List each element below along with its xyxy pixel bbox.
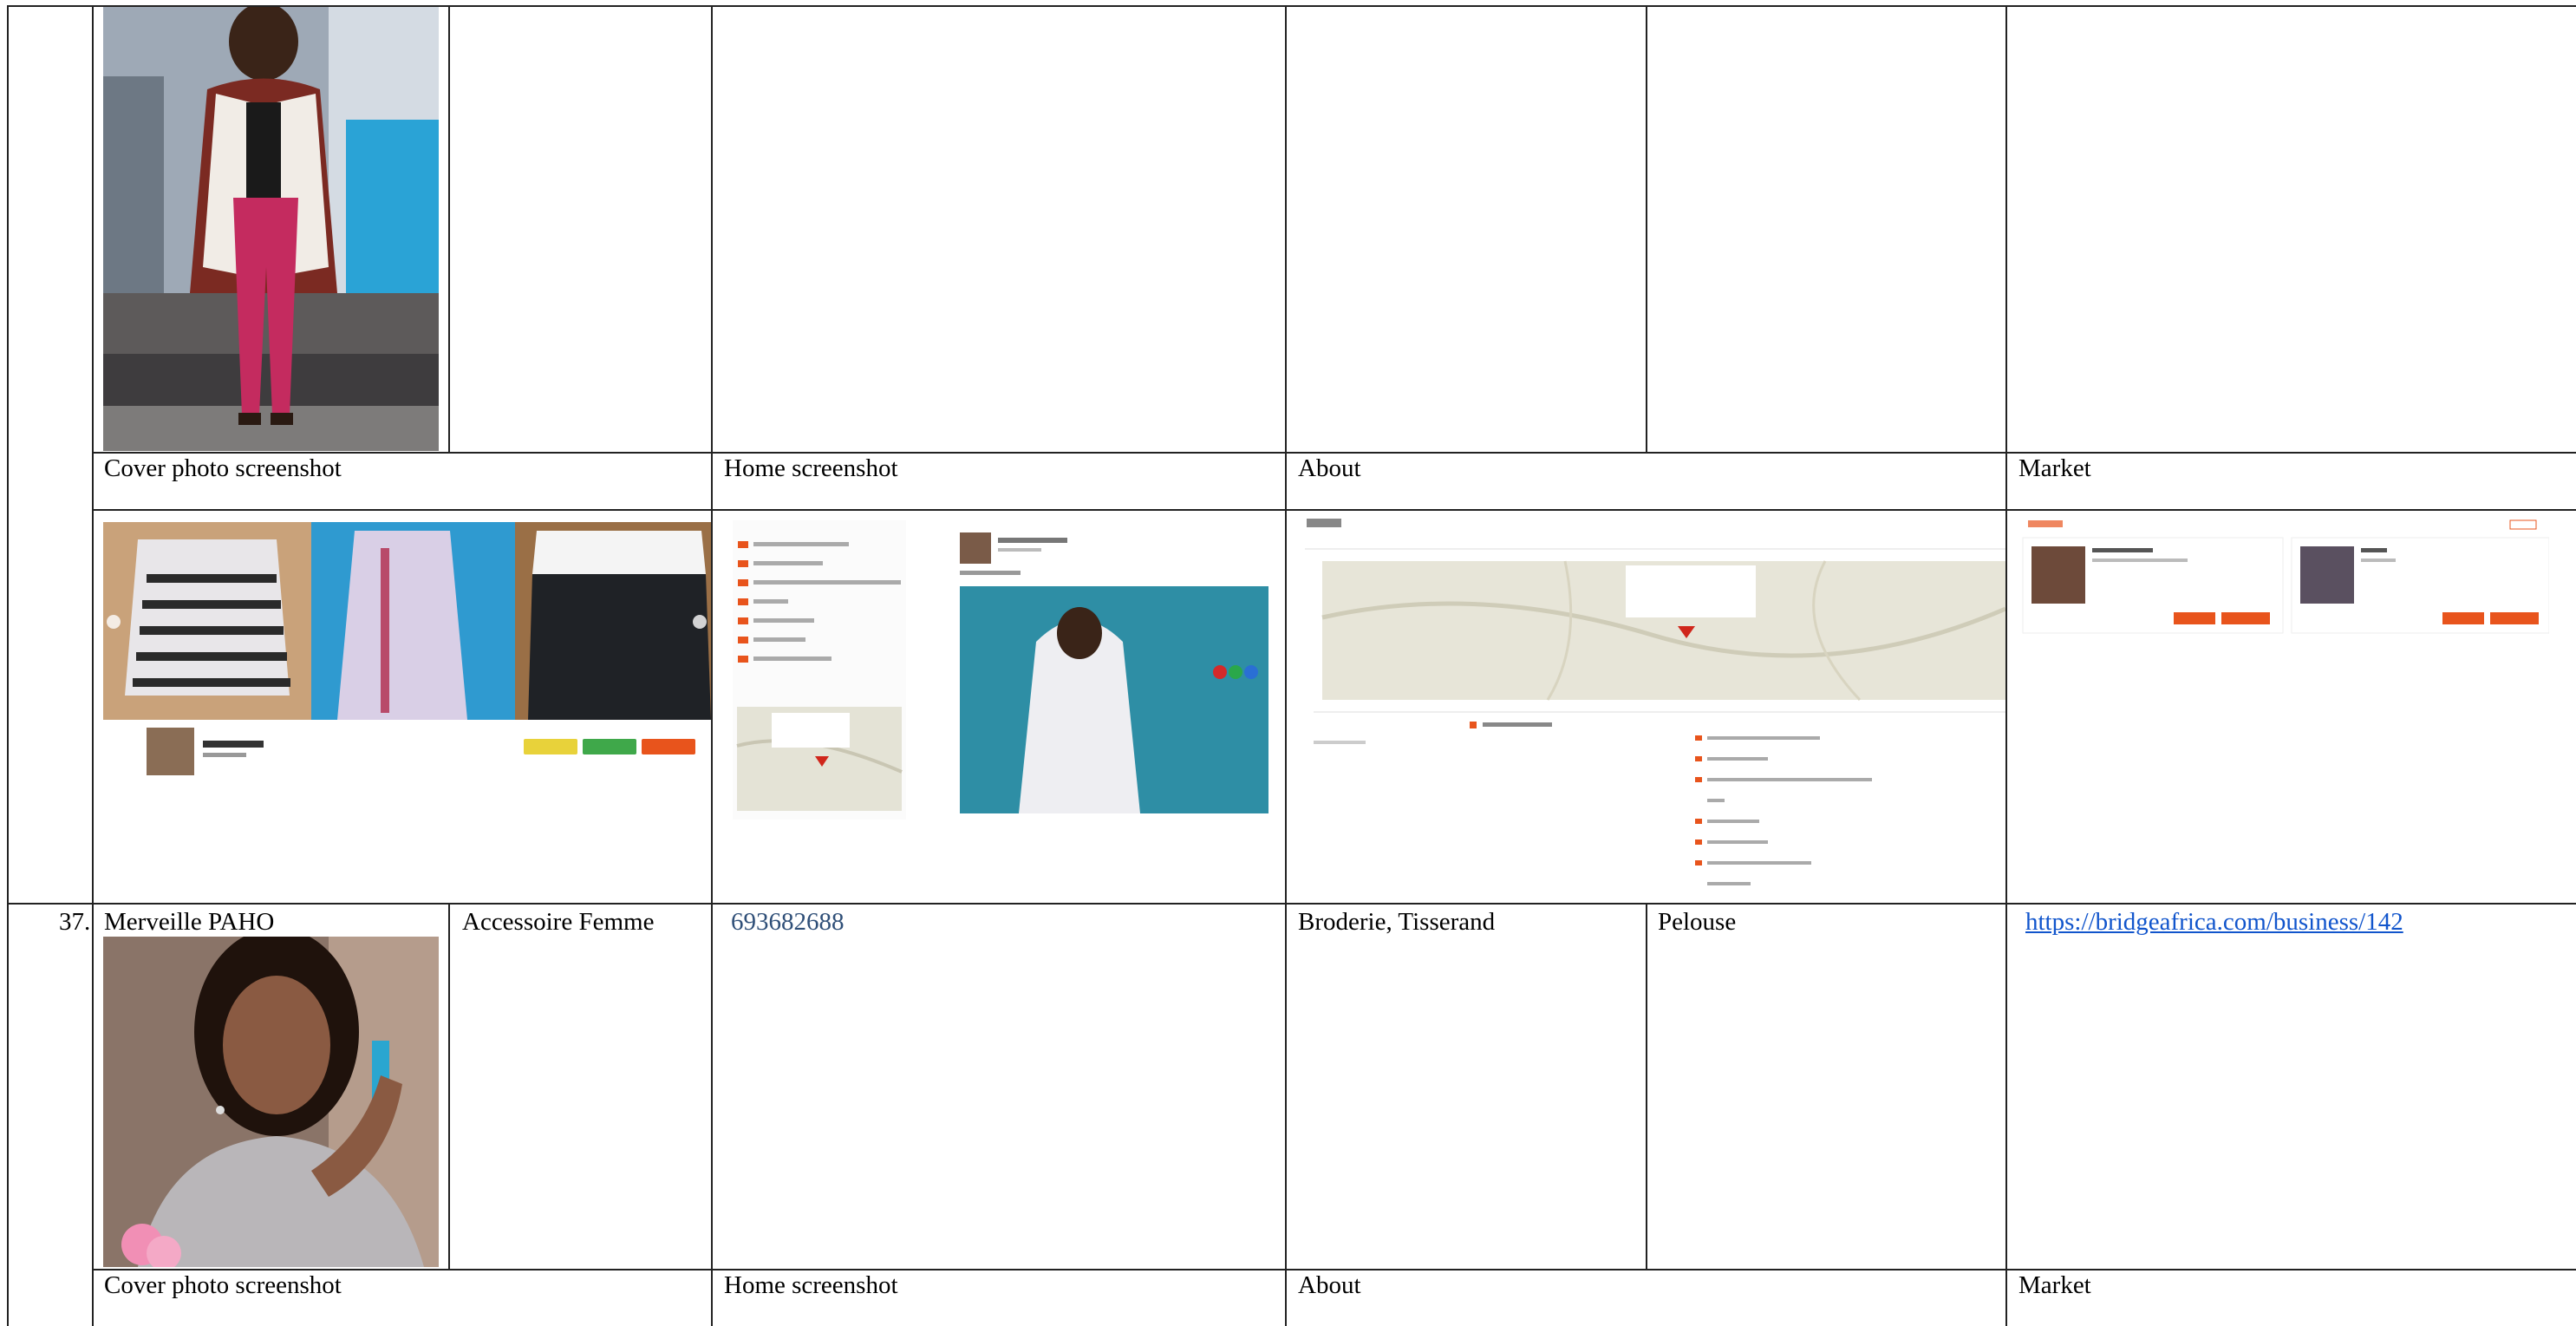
grid-line-col6 xyxy=(2005,5,2007,1326)
caption-cover-photo-37: Cover photo screenshot xyxy=(104,1271,342,1299)
about-screenshot xyxy=(1305,513,2005,903)
caption-about: About xyxy=(1298,454,1361,482)
phone-number: 693682688 xyxy=(731,908,845,936)
grid-line-col3 xyxy=(711,5,713,1326)
caption-about-37: About xyxy=(1298,1271,1361,1299)
caption-home-37: Home screenshot xyxy=(724,1271,898,1299)
location: Pelouse xyxy=(1658,908,1737,936)
grid-line-col5 xyxy=(1646,5,1647,453)
row-number: 37. xyxy=(59,908,91,936)
grid-line-left xyxy=(7,5,9,1326)
caption-market: Market xyxy=(2018,454,2091,482)
profile-photo-previous xyxy=(103,7,439,451)
entrepreneur-name: Merveille PAHO xyxy=(104,908,275,936)
grid-line-col2 xyxy=(448,5,450,453)
caption-home: Home screenshot xyxy=(724,454,898,482)
home-screenshot xyxy=(733,520,1279,820)
grid-line-col2b xyxy=(448,903,450,1270)
grid-line-col5b xyxy=(1646,903,1647,1270)
grid-line-caption-bottom xyxy=(92,509,2576,511)
profile-photo-merveille xyxy=(103,937,439,1267)
business-profile-link[interactable]: https://bridgeafrica.com/business/142 xyxy=(2025,907,2403,937)
grid-line-col4 xyxy=(1285,5,1287,1326)
cover-photo-screenshot xyxy=(103,522,711,775)
grid-line-row37-top xyxy=(7,903,2576,905)
business-category: Accessoire Femme xyxy=(462,908,655,936)
grid-line-col1 xyxy=(92,5,94,1326)
skills: Broderie, Tisserand xyxy=(1298,908,1496,936)
caption-cover-photo: Cover photo screenshot xyxy=(104,454,342,482)
market-screenshot xyxy=(2016,513,2549,643)
caption-market-37: Market xyxy=(2018,1271,2091,1299)
